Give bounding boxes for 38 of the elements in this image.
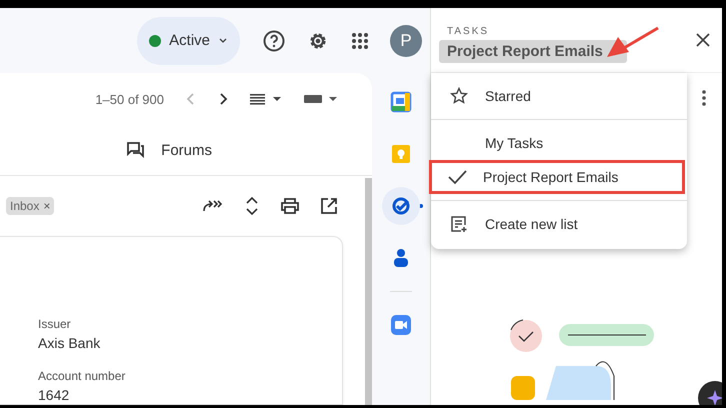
field-value: 1642 — [38, 387, 70, 403]
list-title-button[interactable]: Project Report Emails — [439, 40, 627, 62]
remove-label-button[interactable]: × — [43, 199, 50, 213]
keyboard-menu-icon[interactable] — [304, 93, 338, 105]
calendar-icon — [390, 91, 412, 113]
help-icon[interactable] — [262, 28, 286, 52]
menu-item[interactable]: My Tasks — [431, 126, 687, 160]
field-label: Account number — [38, 369, 126, 383]
forums-tab[interactable]: Forums — [127, 125, 212, 175]
scrollbar[interactable] — [365, 178, 372, 405]
pagination-text: 1–50 of 900 — [95, 92, 164, 106]
status-button[interactable]: Active — [137, 16, 240, 64]
forward-all-icon[interactable] — [203, 199, 223, 213]
menu-item[interactable]: Starred — [431, 79, 687, 113]
lightbulb-icon — [390, 143, 412, 165]
add-list-icon — [450, 215, 468, 233]
apps-grid-icon[interactable] — [350, 30, 370, 50]
check-circle-app-button[interactable] — [382, 187, 420, 225]
next-icon[interactable] — [218, 92, 228, 106]
label-text: Inbox — [10, 199, 40, 213]
video-camera-icon — [390, 314, 412, 336]
panel-heading: TASKS — [446, 26, 490, 36]
account-avatar[interactable]: P — [390, 24, 422, 56]
menu-item[interactable]: Project Report Emails — [429, 160, 685, 194]
density-menu-icon[interactable] — [250, 93, 282, 105]
chat-bubbles-icon — [127, 141, 146, 159]
chevron-icon — [218, 36, 228, 44]
checkmark-icon — [447, 169, 467, 185]
field-label: Issuer — [38, 317, 72, 331]
close-icon[interactable] — [696, 33, 710, 47]
star-icon — [450, 87, 468, 105]
open-in-new-icon[interactable] — [321, 198, 337, 214]
field-value: Axis Bank — [38, 335, 102, 351]
menu-item[interactable]: Create new list — [431, 207, 687, 241]
check-circle-icon — [390, 195, 412, 217]
more-options-icon[interactable] — [702, 90, 706, 106]
print-icon[interactable] — [281, 198, 299, 214]
expand-icon[interactable] — [245, 196, 259, 216]
